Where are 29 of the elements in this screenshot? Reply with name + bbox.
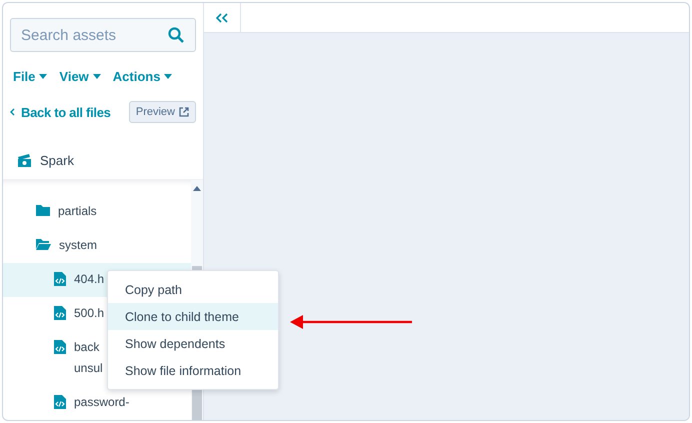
- code-file-icon: [54, 272, 66, 286]
- preview-button[interactable]: Preview: [128, 101, 196, 123]
- theme-name: Spark: [40, 152, 74, 168]
- chevron-left-icon: [10, 108, 15, 116]
- folder-icon: [36, 204, 50, 216]
- caret-icon: [164, 74, 172, 79]
- menu-item[interactable]: Clone to child theme: [108, 303, 278, 330]
- back-link[interactable]: Back to all files: [10, 104, 111, 120]
- menu-item[interactable]: Copy path: [108, 276, 278, 303]
- menu-button[interactable]: Actions: [112, 69, 172, 84]
- folder-icon: [36, 238, 51, 250]
- double-chevron-left-icon: [216, 12, 228, 22]
- caret-icon: [92, 74, 101, 79]
- menu-item[interactable]: Show file information: [108, 357, 278, 384]
- code-file-icon: [54, 395, 66, 409]
- code-file-icon: [54, 340, 66, 354]
- menu-button[interactable]: File: [13, 69, 48, 84]
- search-icon: [168, 27, 184, 43]
- scroll-up-icon[interactable]: [193, 186, 201, 191]
- tree-item[interactable]: system: [3, 229, 191, 263]
- external-link-icon: [179, 107, 189, 117]
- tree-item[interactable]: partials: [3, 195, 191, 229]
- code-file-icon: [54, 306, 66, 320]
- menu-button[interactable]: View: [59, 69, 101, 84]
- menu-item[interactable]: Show dependents: [108, 330, 278, 357]
- caret-icon: [39, 74, 48, 79]
- tree-item[interactable]: password-: [3, 386, 191, 420]
- theme-icon: [17, 154, 32, 166]
- search-field[interactable]: Search assets: [10, 18, 196, 52]
